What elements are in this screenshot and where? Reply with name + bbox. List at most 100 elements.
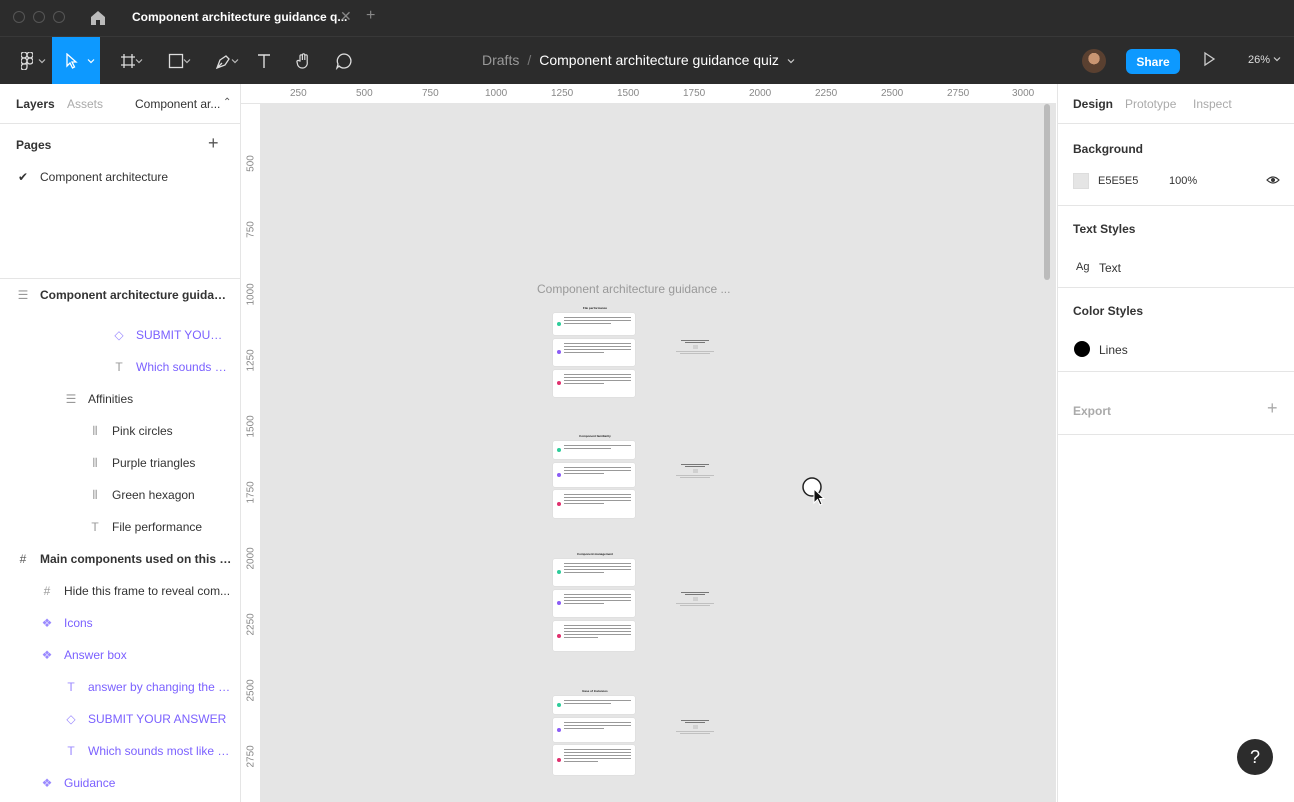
layer-row[interactable]: ❖ Answer box [0,639,240,671]
ruler-tick: 750 [245,221,257,238]
layer-row[interactable]: ⫴ Purple triangles [0,447,240,479]
answer-card[interactable] [553,313,635,335]
eye-icon[interactable] [1266,174,1280,188]
tab-assets[interactable]: Assets [67,97,103,111]
file-tab[interactable]: Component architecture guidance q... ✕ [116,0,360,36]
minimize-window-button[interactable] [33,11,45,23]
layer-row[interactable]: T Which sounds most like y... [0,735,240,767]
layer-row[interactable]: # Main components used on this pa... [0,543,240,575]
layer-label: SUBMIT YOUR ANSWER [88,712,227,726]
answer-card[interactable] [553,621,635,651]
layer-row[interactable]: T answer by changing the v... [0,671,240,703]
layer-row[interactable]: T Which sounds m... [0,351,240,383]
layer-row[interactable]: ❖ Guidance [0,767,240,799]
circle-icon [557,502,561,506]
layer-row[interactable]: ☰ Affinities [0,383,240,415]
ruler-tick: 1000 [485,88,508,99]
tab-design[interactable]: Design [1073,97,1113,111]
columns-icon: ⫴ [92,424,98,438]
background-hex-input[interactable]: E5E5E5 [1098,175,1138,187]
text-tool-button[interactable] [252,37,276,85]
text-icon: T [115,360,123,374]
add-export-icon[interactable]: + [1267,399,1278,417]
layer-row[interactable]: ◇ SUBMIT YOUR ... [0,319,240,351]
answer-card[interactable] [553,590,635,617]
hexagon-icon [557,570,561,574]
vertical-scrollbar[interactable] [1044,104,1050,280]
zoom-dropdown[interactable]: 26% [1248,54,1281,66]
layer-row[interactable]: ❖ Icons [0,607,240,639]
pen-tool-button[interactable] [204,37,244,85]
text-icon: T [67,744,75,758]
chevron-down-icon[interactable] [787,57,795,65]
present-button[interactable] [1202,51,1216,70]
comment-bubble-icon [335,53,352,70]
layer-row[interactable]: ☰ Component architecture guidanc... [0,279,240,311]
add-page-icon[interactable]: + [208,134,219,152]
background-opacity-input[interactable]: 100% [1169,175,1197,187]
hand-tool-button[interactable] [290,37,318,85]
tab-layers[interactable]: Layers [16,97,55,111]
layer-label: Which sounds most like y... [88,744,232,758]
tab-prototype[interactable]: Prototype [1125,97,1176,111]
layer-row[interactable]: # Hide this frame to reveal com... [0,575,240,607]
right-panel-tabs: Design Prototype Inspect [1058,84,1294,124]
ruler-tick: 2500 [245,679,257,702]
ruler-tick: 2750 [947,88,970,99]
question-box [676,720,714,735]
background-color-swatch[interactable] [1073,173,1089,189]
help-button[interactable]: ? [1237,739,1273,775]
answer-card[interactable] [553,745,635,775]
canvas[interactable]: 250 500 750 1000 1250 1500 1750 2000 225… [241,84,1056,802]
layer-row[interactable]: ◇ SUBMIT YOUR ANSWER [0,703,240,735]
hexagon-icon [557,703,561,707]
answer-card[interactable] [553,696,635,714]
color-style-item[interactable]: Lines [1099,343,1128,357]
page-item-label: Component architecture [40,170,169,184]
layer-row[interactable]: ⫴ Pink circles [0,415,240,447]
component-icon: ❖ [41,616,53,630]
answer-card[interactable] [553,370,635,397]
answer-card[interactable] [553,339,635,366]
text-style-item[interactable]: Text [1099,261,1121,275]
new-tab-icon[interactable]: + [366,7,375,25]
maximize-window-button[interactable] [53,11,65,23]
columns-icon: ⫴ [92,488,98,502]
layer-row[interactable]: ⫴ Green hexagon [0,479,240,511]
chevron-up-icon[interactable]: ⌃ [223,97,231,108]
comment-tool-button[interactable] [330,37,358,85]
ruler-tick: 1500 [617,88,640,99]
ruler-tick: 750 [422,88,439,99]
answer-card[interactable] [553,559,635,586]
tab-inspect[interactable]: Inspect [1193,97,1232,111]
breadcrumb-file-name[interactable]: Component architecture guidance quiz [539,52,779,68]
page-item-component-architecture[interactable]: ✔ Component architecture [0,166,240,188]
shape-tool-button[interactable] [156,37,196,85]
file-tab-title: Component architecture guidance q... [132,10,348,24]
layer-row[interactable]: T File performance [0,511,240,543]
layer-label: Which sounds m... [136,360,232,374]
home-icon[interactable] [88,8,108,28]
avatar[interactable] [1082,49,1106,73]
question-box [676,340,714,355]
main-menu-button[interactable] [6,37,48,85]
breadcrumb-drafts[interactable]: Drafts [482,52,519,68]
answer-card[interactable] [553,441,635,459]
answer-card[interactable] [553,490,635,518]
question-box [676,592,714,607]
ruler-vertical: 500 750 1000 1250 1500 1750 2000 2250 25… [241,104,261,802]
page-selector[interactable]: Component ar... [135,97,220,111]
share-button[interactable]: Share [1126,49,1180,74]
figma-logo-icon [21,52,33,70]
answer-card[interactable] [553,463,635,487]
layer-label: Component architecture guidanc... [40,288,230,302]
close-tab-icon[interactable]: ✕ [340,8,352,25]
move-tool-button[interactable] [52,37,100,85]
close-window-button[interactable] [13,11,25,23]
frame-tool-button[interactable] [108,37,148,85]
answer-card[interactable] [553,718,635,742]
color-style-swatch[interactable] [1074,341,1090,357]
triangle-icon [557,728,561,732]
frame-title[interactable]: Component architecture guidance ... [537,282,730,296]
layer-label: File performance [112,520,203,534]
